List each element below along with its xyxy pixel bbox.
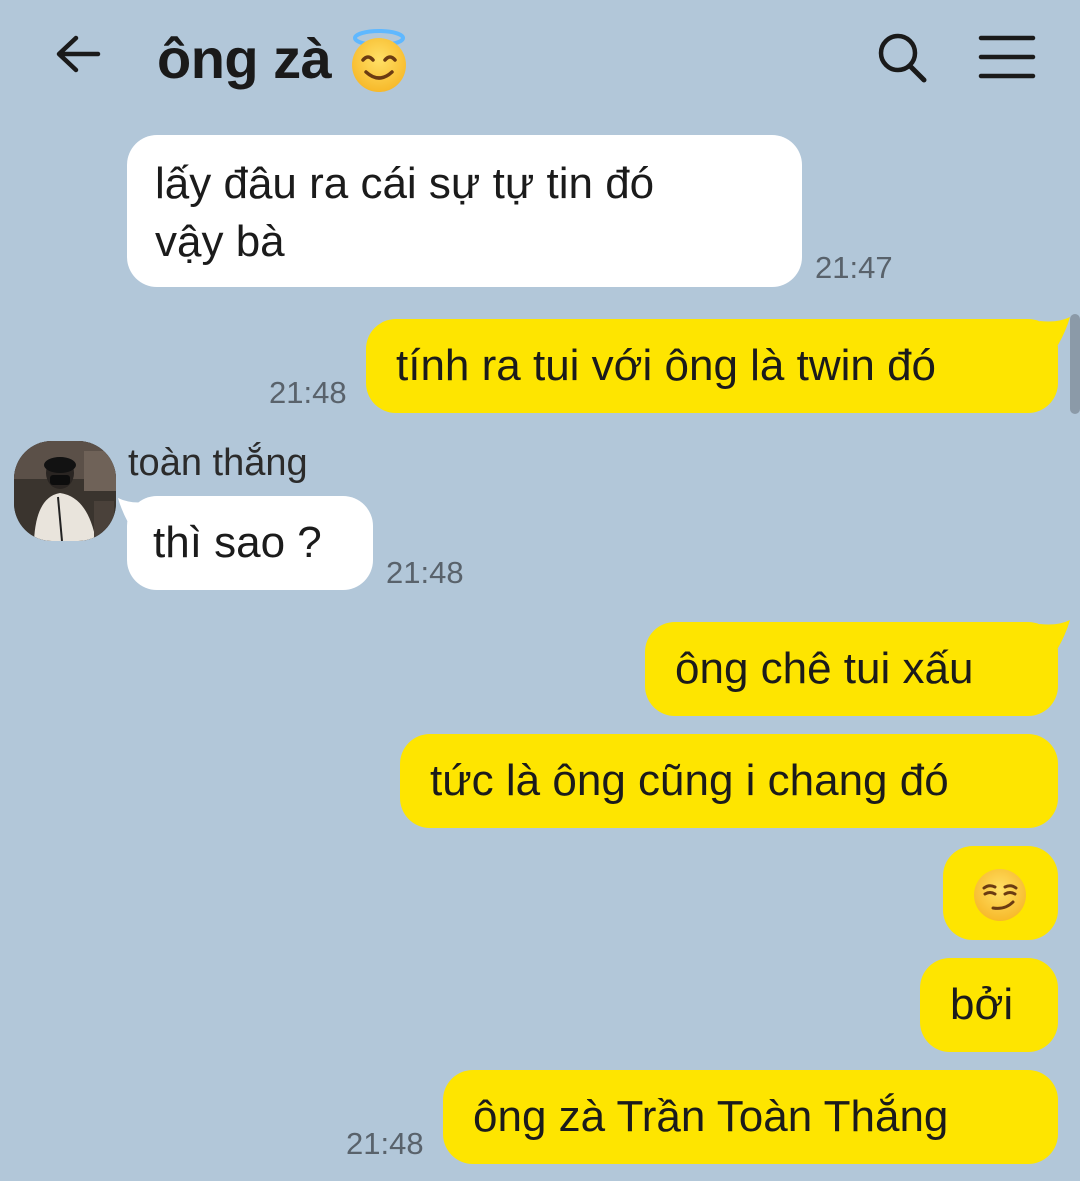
menu-button[interactable] <box>975 30 1039 84</box>
smiling-face-with-halo-icon <box>352 29 407 92</box>
arrow-left-icon <box>56 35 101 73</box>
message-text: tính ra tui với ông là twin đó <box>396 341 937 390</box>
back-button[interactable] <box>50 28 106 84</box>
outgoing-message-bubble[interactable]: tính ra tui với ông là twin đó <box>366 319 1058 413</box>
chat-title: ông zà <box>157 26 332 90</box>
incoming-message-bubble[interactable]: lấy đâu ra cái sự tự tin đó vậy bà <box>127 135 802 287</box>
chat-title-area: ông zà <box>157 18 413 98</box>
message-text: bởi <box>950 980 1014 1029</box>
bubble-tail <box>1040 620 1070 648</box>
chat-header: ông zà <box>0 0 1080 115</box>
message-text-line: lấy đâu ra cái sự tự tin đó <box>155 159 655 208</box>
message-text: thì sao ? <box>153 518 322 567</box>
message-text: ông chê tui xấu <box>675 644 974 693</box>
message-text: tức là ông cũng i chang đó <box>430 756 949 805</box>
outgoing-message-bubble[interactable]: tức là ông cũng i chang đó <box>400 734 1058 828</box>
outgoing-message-bubble[interactable] <box>943 846 1058 940</box>
search-icon <box>878 33 927 83</box>
incoming-message-bubble[interactable]: thì sao ? <box>127 496 373 590</box>
message-timestamp: 21:47 <box>815 250 893 285</box>
search-button[interactable] <box>872 28 932 88</box>
profile-photo <box>14 441 116 541</box>
outgoing-message-bubble[interactable]: bởi <box>920 958 1058 1052</box>
avatar[interactable] <box>14 441 116 541</box>
scrollbar[interactable] <box>1070 314 1080 414</box>
message-timestamp: 21:48 <box>386 555 464 590</box>
outgoing-message-bubble[interactable]: ông zà Trần Toàn Thắng <box>443 1070 1058 1164</box>
bubble-tail <box>1040 317 1070 345</box>
message-text-line: vậy bà <box>155 217 285 266</box>
message-timestamp: 21:48 <box>346 1126 424 1161</box>
message-text: ông zà Trần Toàn Thắng <box>473 1092 949 1141</box>
smirking-face-icon <box>974 869 1026 922</box>
outgoing-message-bubble[interactable]: ông chê tui xấu <box>645 622 1058 716</box>
sender-name: toàn thắng <box>128 442 308 484</box>
hamburger-menu-icon <box>978 35 1036 79</box>
message-timestamp: 21:48 <box>269 375 347 410</box>
